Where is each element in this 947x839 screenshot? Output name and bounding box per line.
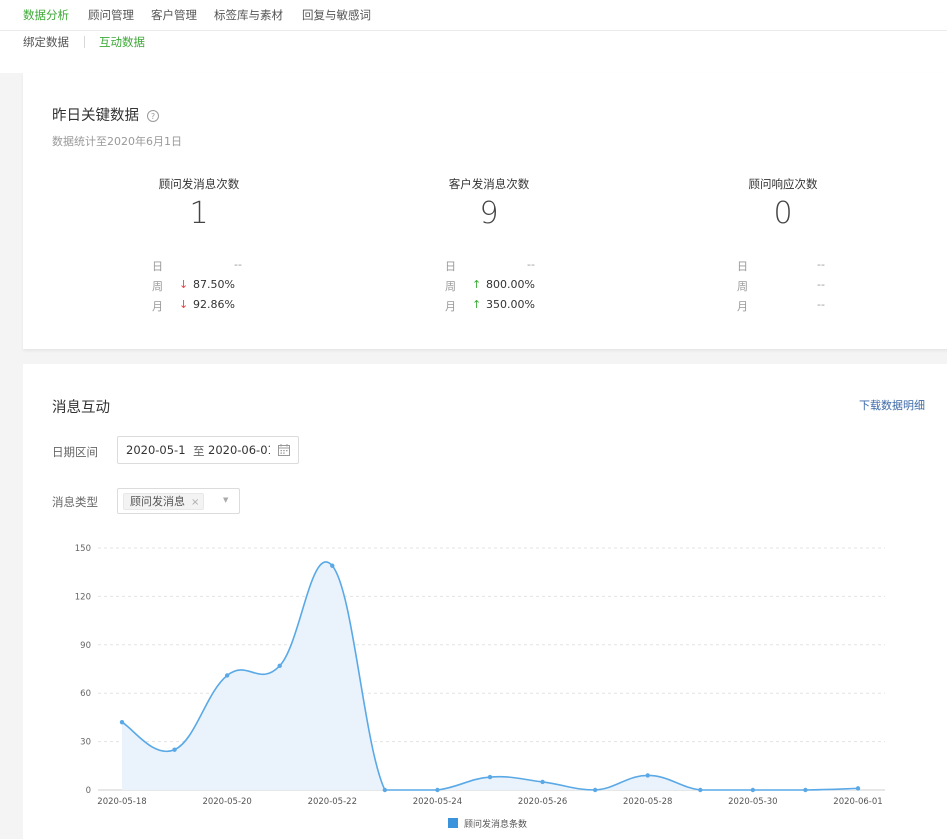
- data-point: [487, 774, 493, 780]
- stat-customer-month-row: 月 ↑ 350.00%: [445, 298, 565, 314]
- legend-swatch: [448, 818, 458, 828]
- x-tick-label: 2020-05-28: [623, 797, 672, 807]
- x-tick-label: 2020-05-30: [728, 797, 777, 807]
- stat-advisor-responses: 顾问响应次数 0: [693, 176, 873, 232]
- data-point: [855, 786, 861, 791]
- data-point: [540, 779, 545, 785]
- row-value: --: [817, 258, 825, 271]
- stat-advisor-day-row: 日 --: [152, 258, 272, 274]
- data-point: [803, 787, 808, 793]
- data-point: [698, 787, 703, 793]
- tab-tags-materials[interactable]: 标签库与素材: [214, 7, 283, 23]
- tab-advisor-management[interactable]: 顾问管理: [88, 7, 134, 23]
- stat-value: 9: [479, 196, 499, 231]
- sub-nav: 绑定数据 互动数据: [0, 31, 947, 73]
- x-tick-label: 2020-05-26: [518, 797, 567, 807]
- data-point: [645, 773, 650, 778]
- stat-customer-week-row: 周 ↑ 800.00%: [445, 278, 565, 294]
- data-point: [119, 720, 125, 725]
- data-point: [277, 663, 282, 668]
- stat-value: 1: [189, 196, 209, 231]
- y-tick-label: 0: [86, 786, 91, 796]
- tab-replies-sensitive-words[interactable]: 回复与敏感词: [302, 7, 371, 23]
- row-value: --: [234, 258, 242, 271]
- data-point: [224, 673, 230, 678]
- row-label-week: 周: [737, 280, 748, 293]
- chart-legend[interactable]: 顾问发消息条数: [448, 817, 527, 830]
- row-label-week: 周: [445, 280, 456, 293]
- question-circle-icon[interactable]: ?: [147, 110, 159, 122]
- tab-customer-management[interactable]: 客户管理: [151, 7, 197, 23]
- row-value: --: [817, 298, 825, 311]
- stat-label: 顾问响应次数: [748, 177, 818, 191]
- row-label-month: 月: [152, 300, 163, 313]
- stat-responses-month-row: 月 --: [737, 298, 857, 314]
- y-tick-label: 30: [80, 738, 91, 748]
- tab-data-analysis[interactable]: 数据分析: [23, 7, 69, 23]
- arrow-up-icon: ↑: [472, 298, 482, 311]
- message-chart: 0 30 60 90 120 150 2020-05-18 2020-05-20 2020-05…: [75, 544, 885, 807]
- data-point: [750, 787, 756, 793]
- row-label-month: 月: [445, 300, 456, 313]
- subnav-divider: [84, 36, 85, 48]
- x-tick-label: 2020-05-24: [413, 797, 462, 807]
- data-point: [330, 563, 335, 568]
- stat-advisor-week-row: 周 ↓ 87.50%: [152, 278, 272, 294]
- stat-advisor-month-row: 月 ↓ 92.86%: [152, 298, 272, 314]
- y-tick-label: 90: [80, 641, 91, 651]
- y-tick-label: 120: [75, 592, 91, 602]
- y-tick-label: 60: [80, 689, 91, 699]
- x-tick-label: 2020-05-20: [202, 797, 251, 807]
- arrow-up-icon: ↑: [472, 278, 482, 291]
- x-tick-label: 2020-05-22: [308, 797, 357, 807]
- arrow-down-icon: ↓: [179, 278, 189, 291]
- row-value: 350.00%: [486, 298, 535, 311]
- top-nav: 数据分析 顾问管理 客户管理 标签库与素材 回复与敏感词: [0, 0, 947, 31]
- stat-advisor-messages: 顾问发消息次数 1: [109, 176, 289, 232]
- data-cutoff-note: 数据统计至2020年6月1日: [52, 135, 182, 148]
- row-value: 87.50%: [193, 278, 235, 291]
- subtab-binding-data[interactable]: 绑定数据: [23, 34, 69, 50]
- key-data-card: 昨日关键数据 ? 数据统计至2020年6月1日 顾问发消息次数 1 日 -- 周…: [23, 73, 947, 349]
- row-label-day: 日: [445, 260, 456, 273]
- x-tick-label: 2020-06-01: [833, 797, 882, 807]
- row-value: --: [527, 258, 535, 271]
- data-point: [592, 787, 598, 793]
- stat-responses-day-row: 日 --: [737, 258, 857, 274]
- row-label-day: 日: [737, 260, 748, 273]
- legend-series-name: 顾问发消息条数: [464, 820, 528, 830]
- data-point: [435, 787, 440, 793]
- data-point: [382, 787, 388, 793]
- row-value: 92.86%: [193, 298, 235, 311]
- stat-customer-day-row: 日 --: [445, 258, 565, 274]
- row-label-day: 日: [152, 260, 163, 273]
- y-tick-label: 150: [75, 544, 91, 554]
- key-data-title: 昨日关键数据: [52, 108, 139, 124]
- row-value: --: [817, 278, 825, 291]
- stat-customer-messages: 客户发消息次数 9: [399, 176, 579, 232]
- subtab-interaction-data[interactable]: 互动数据: [99, 34, 145, 50]
- stat-value: 0: [773, 196, 793, 231]
- arrow-down-icon: ↓: [179, 298, 189, 311]
- stat-label: 顾问发消息次数: [158, 177, 240, 191]
- row-value: 800.00%: [486, 278, 535, 291]
- stat-label: 客户发消息次数: [448, 177, 530, 191]
- stat-responses-week-row: 周 --: [737, 278, 857, 294]
- data-point: [172, 747, 177, 752]
- row-label-week: 周: [152, 280, 163, 293]
- row-label-month: 月: [737, 300, 748, 313]
- message-interaction-card: 消息互动 下载数据明细 日期区间 2020-05-18 至 2020-06-01…: [23, 364, 947, 839]
- x-tick-label: 2020-05-18: [97, 797, 146, 807]
